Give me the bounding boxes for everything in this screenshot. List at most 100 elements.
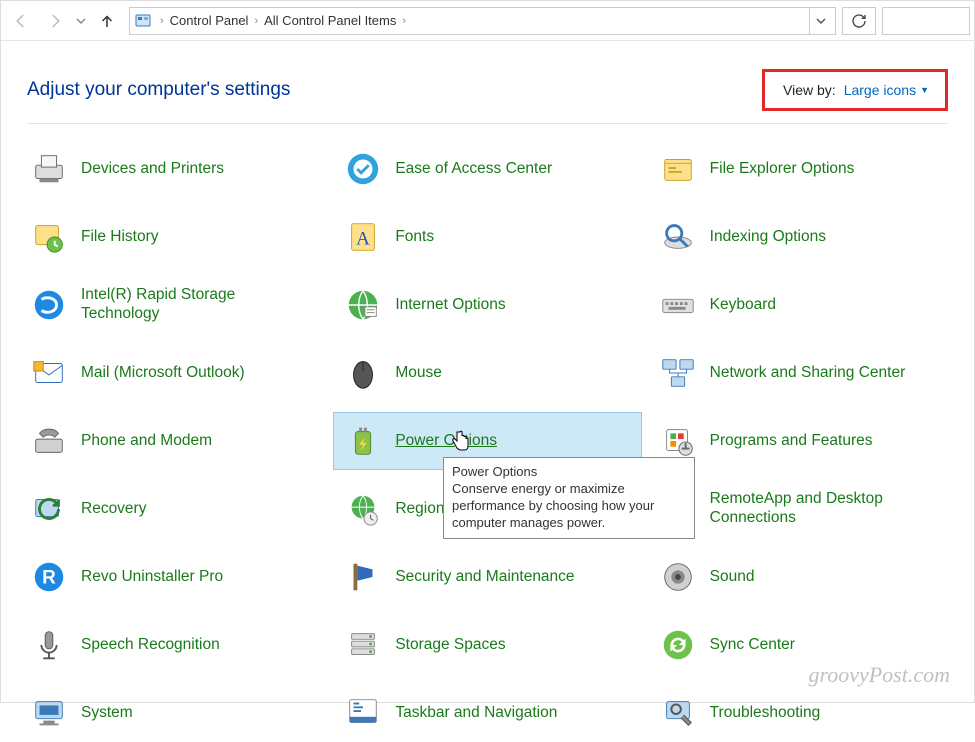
control-panel-item[interactable]: Intel(R) Rapid Storage Technology [19,276,327,334]
control-panel-item[interactable]: Sound [648,548,956,606]
control-panel-item[interactable]: Ease of Access Center [333,140,641,198]
control-panel-item[interactable]: Keyboard [648,276,956,334]
item-label: Phone and Modem [81,432,212,451]
system-icon [29,693,69,733]
network-sharing-icon [658,353,698,393]
item-label: Programs and Features [710,432,873,451]
indexing-options-icon [658,217,698,257]
item-label: File History [81,228,159,247]
control-panel-item[interactable]: Troubleshooting [648,684,956,742]
ease-of-access-icon [343,149,383,189]
toolbar: › Control Panel › All Control Panel Item… [1,1,974,41]
item-label: Keyboard [710,296,776,315]
sync-center-icon [658,625,698,665]
control-panel-item[interactable]: A Fonts [333,208,641,266]
item-label: Mail (Microsoft Outlook) [81,364,245,383]
control-panel-item[interactable]: Mouse [333,344,641,402]
control-panel-item[interactable]: Network and Sharing Center [648,344,956,402]
control-panel-item[interactable]: Sync Center [648,616,956,674]
programs-features-icon [658,421,698,461]
keyboard-icon [658,285,698,325]
file-history-icon [29,217,69,257]
file-explorer-options-icon [658,149,698,189]
control-panel-item[interactable]: File Explorer Options [648,140,956,198]
item-label: Fonts [395,228,434,247]
nav-up-button[interactable] [91,5,123,37]
item-label: Ease of Access Center [395,160,552,179]
recent-locations-button[interactable] [73,5,89,37]
control-panel-item[interactable]: Internet Options [333,276,641,334]
divider [27,123,948,124]
item-label: Sync Center [710,636,795,655]
search-input[interactable] [882,7,970,35]
header-row: Adjust your computer's settings View by:… [1,41,974,119]
item-label: Sound [710,568,755,587]
sound-icon [658,557,698,597]
page-title: Adjust your computer's settings [27,79,290,101]
region-icon [343,489,383,529]
item-label: Network and Sharing Center [710,364,906,383]
nav-forward-button[interactable] [39,5,71,37]
breadcrumb-root[interactable]: Control Panel [168,11,251,30]
troubleshooting-icon [658,693,698,733]
breadcrumb-dropdown-button[interactable] [809,8,831,34]
control-panel-item[interactable]: Devices and Printers [19,140,327,198]
breadcrumb[interactable]: › Control Panel › All Control Panel Item… [129,7,836,35]
item-label: Indexing Options [710,228,826,247]
control-panel-item[interactable]: System [19,684,327,742]
control-panel-item[interactable]: Security and Maintenance [333,548,641,606]
item-label: Security and Maintenance [395,568,574,587]
item-label: System [81,704,133,723]
phone-modem-icon [29,421,69,461]
speech-recognition-icon [29,625,69,665]
power-options-icon [343,421,383,461]
control-panel-item[interactable]: Phone and Modem [19,412,327,470]
control-panel-item[interactable]: File History [19,208,327,266]
control-panel-item[interactable]: R Revo Uninstaller Pro [19,548,327,606]
refresh-button[interactable] [842,7,876,35]
svg-text:R: R [42,568,56,589]
security-maintenance-icon [343,557,383,597]
item-label: Power Options [395,432,497,451]
control-panel-item[interactable]: Taskbar and Navigation [333,684,641,742]
control-panel-item[interactable]: Speech Recognition [19,616,327,674]
item-label: Troubleshooting [710,704,821,723]
item-label: Devices and Printers [81,160,224,179]
storage-spaces-icon [343,625,383,665]
breadcrumb-sub[interactable]: All Control Panel Items [262,11,398,30]
mail-outlook-icon [29,353,69,393]
item-label: File Explorer Options [710,160,855,179]
nav-back-button[interactable] [5,5,37,37]
item-label: Revo Uninstaller Pro [81,568,223,587]
revo-uninstaller-icon: R [29,557,69,597]
item-label: Recovery [81,500,146,519]
chevron-right-icon: › [402,15,406,27]
svg-text:A: A [356,229,370,250]
viewby-value-text: Large icons [844,82,916,98]
internet-options-icon [343,285,383,325]
fonts-icon: A [343,217,383,257]
tooltip-body: Conserve energy or maximize performance … [452,481,686,532]
control-panel-item[interactable]: Indexing Options [648,208,956,266]
item-label: Storage Spaces [395,636,505,655]
taskbar-navigation-icon [343,693,383,733]
item-label: Mouse [395,364,442,383]
mouse-icon [343,353,383,393]
tooltip-title: Power Options [452,464,686,481]
control-panel-item[interactable]: Mail (Microsoft Outlook) [19,344,327,402]
chevron-right-icon: › [254,15,258,27]
control-panel-item[interactable]: Recovery [19,480,327,538]
chevron-down-icon: ▼ [920,85,929,95]
viewby-highlight-box: View by: Large icons ▼ [762,69,948,111]
control-panel-icon [134,12,152,30]
item-label: Taskbar and Navigation [395,704,557,723]
item-label: Internet Options [395,296,505,315]
item-label: Intel(R) Rapid Storage Technology [81,286,317,323]
item-label: Speech Recognition [81,636,220,655]
chevron-right-icon: › [160,15,164,27]
control-panel-grid: Devices and Printers Ease of Access Cente… [1,136,974,742]
control-panel-item[interactable]: Storage Spaces [333,616,641,674]
viewby-label: View by: [783,82,836,98]
viewby-dropdown[interactable]: Large icons ▼ [844,82,929,98]
devices-printers-icon [29,149,69,189]
